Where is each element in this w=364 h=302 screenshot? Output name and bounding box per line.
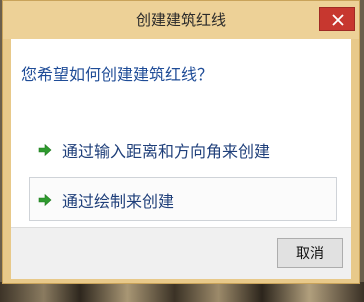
dialog-title: 创建建筑红线: [135, 11, 226, 29]
option-label: 通过绘制来创建: [62, 192, 175, 211]
close-button[interactable]: [319, 7, 355, 31]
title-bar[interactable]: 创建建筑红线: [3, 1, 359, 39]
option-label: 通过输入距离和方向角来创建: [62, 142, 271, 161]
cancel-button[interactable]: 取消: [277, 238, 343, 268]
background-window-strip: [0, 282, 364, 302]
green-arrow-icon: [38, 193, 52, 207]
close-icon: [332, 14, 344, 26]
dialog-question: 您希望如何创建建筑红线？: [21, 65, 214, 84]
dialog-content: 您希望如何创建建筑红线？ 通过输入距离和方向角来创建 通过绘制来创建: [11, 39, 351, 227]
dialog-footer: 取消: [11, 227, 351, 279]
create-property-line-dialog: 创建建筑红线 您希望如何创建建筑红线？ 通过输入距离和方向角来创建 通过绘制来创…: [2, 0, 360, 284]
green-arrow-icon: [38, 143, 52, 157]
option-draw[interactable]: 通过绘制来创建: [29, 177, 337, 221]
option-enter-distance-direction[interactable]: 通过输入距离和方向角来创建: [29, 127, 337, 171]
